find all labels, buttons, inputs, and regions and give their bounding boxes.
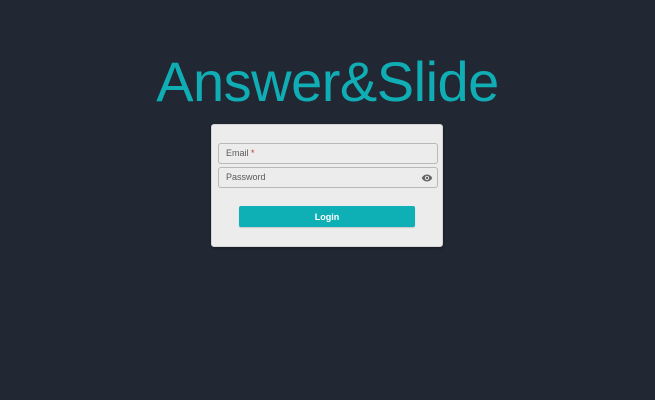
login-card: Email * Password Login (211, 124, 443, 247)
eye-icon[interactable] (420, 171, 433, 184)
password-input[interactable] (219, 168, 437, 187)
login-button[interactable]: Login (239, 206, 415, 227)
email-input[interactable] (219, 144, 437, 163)
password-field[interactable]: Password (218, 167, 438, 188)
login-page: Answer&Slide Email * Password Login (0, 0, 655, 400)
email-field[interactable]: Email * (218, 143, 438, 164)
app-title: Answer&Slide (156, 50, 499, 113)
